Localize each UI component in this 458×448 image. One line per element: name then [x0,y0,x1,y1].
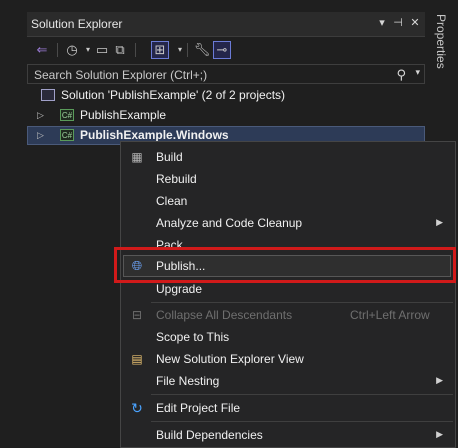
new-view-icon: ▤ [131,352,143,366]
menu-item-edit-project-file[interactable]: ↻ Edit Project File [121,397,455,419]
menu-item-label: Analyze and Code Cleanup [156,216,303,230]
toolbar-separator [135,43,136,57]
menu-item-clean[interactable]: Clean [121,190,455,212]
window-position-dropdown-icon[interactable]: ▾ [375,16,389,30]
menu-item-build-dependencies[interactable]: Build Dependencies ▶ [121,424,455,446]
menu-item-label: Scope to This [156,330,230,344]
menu-item-analyze[interactable]: Analyze and Code Cleanup ▶ [121,212,455,234]
menu-item-rebuild[interactable]: Rebuild [121,168,455,190]
menu-item-label: File Nesting [156,374,220,388]
solution-icon [41,89,55,101]
menu-separator [151,394,453,395]
collapse-icon: ⊟ [131,308,143,322]
search-box[interactable]: Search Solution Explorer (Ctrl+;) ⚲ ▾ [27,64,425,84]
menu-item-label: Build Dependencies [156,428,263,442]
pin-icon[interactable]: ⊣ [391,16,405,30]
search-options-dropdown-icon[interactable]: ▾ [415,67,420,78]
search-icon[interactable]: ⚲ [396,67,406,83]
menu-item-shortcut: Ctrl+Left Arrow [350,308,430,322]
collapse-all-icon[interactable]: ▭ [93,41,111,59]
expand-arrow-icon[interactable]: ▷ [37,127,44,144]
preview-selected-items-icon[interactable]: ⊸ [213,41,231,59]
menu-item-new-view[interactable]: ▤ New Solution Explorer View [121,348,455,370]
panel-title: Solution Explorer [31,17,123,31]
panel-toolbar: ⇐ ◷ ▾ ▭ ⧉ ⊞ ▾ 🔧︎ ⊸ [27,37,425,64]
menu-separator [151,421,453,422]
context-menu: ▦ Build Rebuild Clean Analyze and Code C… [120,141,456,448]
project-label: PublishExample [80,108,167,122]
menu-item-file-nesting[interactable]: File Nesting ▶ [121,370,455,392]
panel-title-bar: Solution Explorer ▾ ⊣ ✕ [27,12,425,37]
edit-refresh-icon: ↻ [131,400,143,416]
properties-tab[interactable]: Properties [434,14,448,69]
search-input[interactable]: Search Solution Explorer (Ctrl+;) [34,68,207,82]
submenu-arrow-icon: ▶ [436,375,443,385]
menu-item-label: Edit Project File [156,401,241,415]
submenu-arrow-icon: ▶ [436,429,443,439]
menu-item-label: Upgrade [156,282,203,296]
build-icon: ▦ [131,150,143,164]
menu-item-scope-to-this[interactable]: Scope to This [121,326,455,348]
menu-item-label: Collapse All Descendants [156,308,293,322]
menu-item-label: Rebuild [156,172,197,186]
menu-item-collapse-all: ⊟ Collapse All Descendants Ctrl+Left Arr… [121,304,455,326]
properties-wrench-icon[interactable]: 🔧︎ [193,41,211,59]
switch-views-icon[interactable]: ⇐ [33,41,51,59]
show-all-files-icon[interactable]: ⧉ [111,41,129,59]
menu-item-label: Clean [156,194,188,208]
toolbar-separator [187,43,188,57]
expand-arrow-icon[interactable]: ▷ [37,106,44,125]
solution-label: Solution 'PublishExample' (2 of 2 projec… [61,88,286,102]
toolbar-separator [57,43,58,57]
highlight-annotation-box [114,247,456,283]
csharp-project-icon: C# [60,129,74,141]
menu-item-label: New Solution Explorer View [156,352,304,366]
submenu-arrow-icon: ▶ [436,217,443,227]
tree-project-node[interactable]: ▷ C# PublishExample [27,106,425,125]
sync-with-active-document-icon[interactable]: ⊞ [151,41,169,59]
close-icon[interactable]: ✕ [408,16,422,30]
menu-item-build[interactable]: ▦ Build [121,146,455,168]
menu-item-label: Build [156,150,183,164]
csharp-project-icon: C# [60,109,74,121]
menu-separator [151,302,453,303]
